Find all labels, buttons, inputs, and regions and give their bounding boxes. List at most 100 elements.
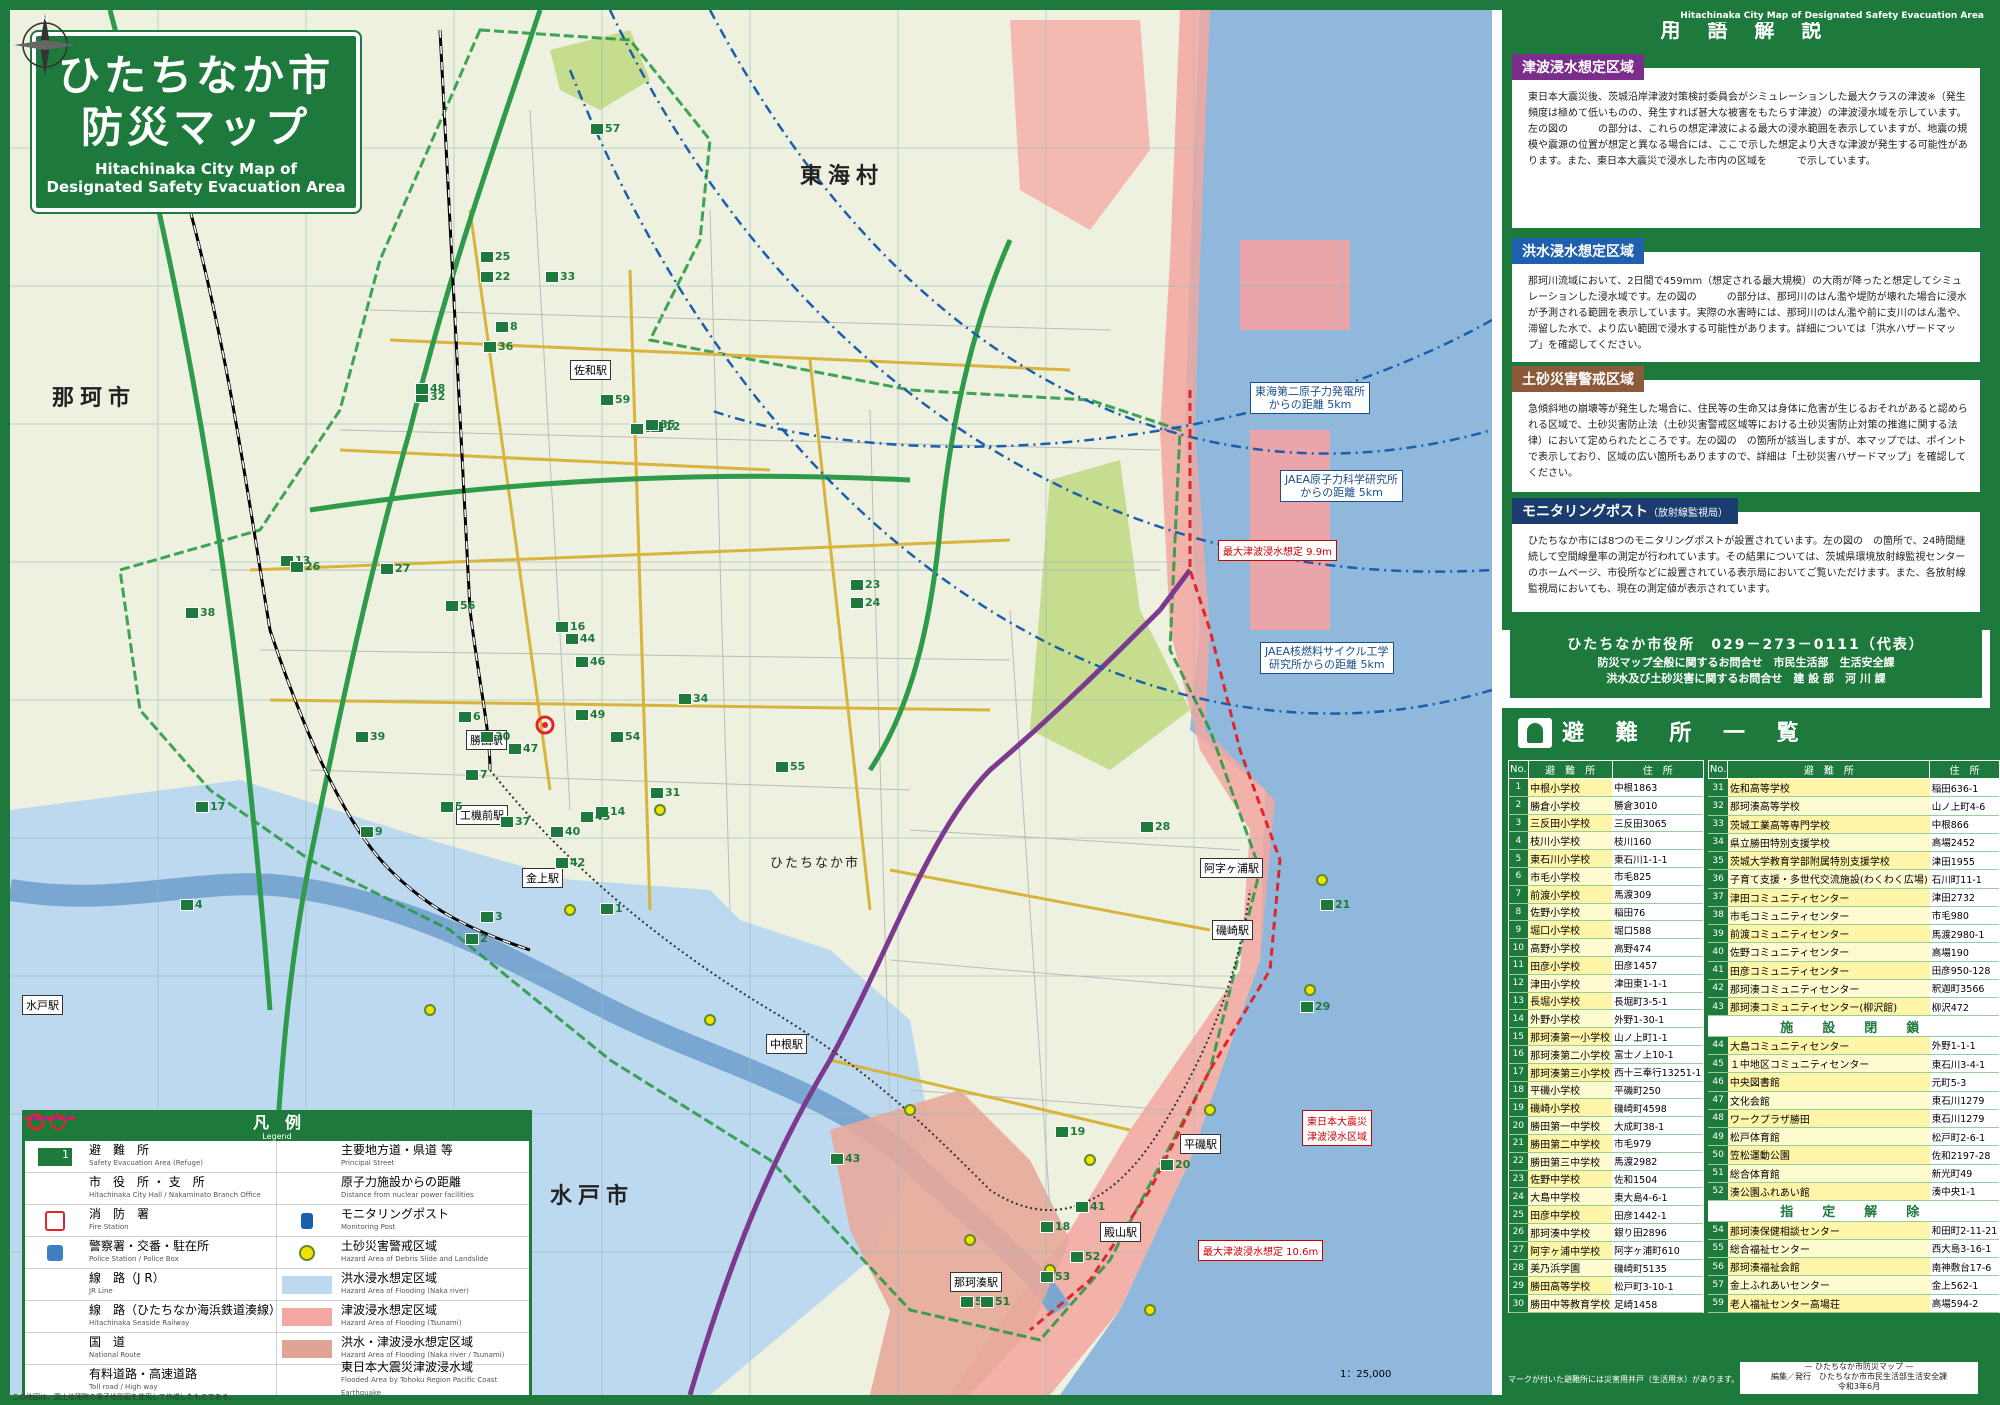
table-row[interactable]: 19 磯崎小学校 磯崎町4598	[1508, 1098, 1704, 1118]
table-row[interactable]: 39 前渡コミュニティセンター 馬渡2980-1	[1708, 924, 2000, 944]
shelter-marker[interactable]: 17	[195, 800, 225, 813]
shelter-marker[interactable]: 24	[850, 596, 880, 609]
shelter-marker[interactable]: 56	[445, 599, 475, 612]
shelter-marker[interactable]: 27	[380, 562, 410, 575]
table-row[interactable]: 52 湊公園ふれあい館 湊中央1-1	[1708, 1182, 2000, 1202]
table-row[interactable]: 13 長堀小学校 長堀町3-5-1	[1508, 992, 1704, 1011]
table-row[interactable]: 46 中央図書館 元町5-3	[1708, 1072, 2000, 1092]
shelter-marker[interactable]: 2	[465, 932, 488, 945]
map-area[interactable]: ひたちなか市 防災マップ Hitachinaka City Map of Des…	[10, 10, 1492, 1395]
table-row[interactable]: 14 外野小学校 外野1-30-1	[1508, 1009, 1704, 1029]
shelter-marker[interactable]: 1	[600, 902, 623, 915]
table-row[interactable]: 26 那珂湊中学校 銀り田2896	[1508, 1223, 1704, 1242]
shelter-marker[interactable]: 40	[550, 825, 580, 838]
shelter-marker[interactable]: 28	[1140, 820, 1170, 833]
shelter-marker[interactable]: 57	[590, 122, 620, 135]
table-row[interactable]: 9 堀口小学校 堀口588	[1508, 920, 1704, 940]
table-row[interactable]: 55 総合福祉センター 西大島3-16-1	[1708, 1239, 2000, 1259]
table-row[interactable]: 10 高野小学校 高野474	[1508, 938, 1704, 957]
table-row[interactable]: 17 那珂湊第三小学校 西十三奉行13251-1	[1508, 1063, 1704, 1082]
station-nakane[interactable]: 中根駅	[766, 1034, 807, 1054]
station-mito[interactable]: 水戸駅	[22, 995, 63, 1015]
shelter-marker[interactable]: 20	[1160, 1158, 1190, 1171]
shelter-marker[interactable]: 4	[180, 898, 203, 911]
table-row[interactable]: 4 枝川小学校 枝川160	[1508, 831, 1704, 851]
shelter-marker[interactable]: 21	[1320, 898, 1350, 911]
shelter-marker[interactable]: 5	[440, 800, 463, 813]
station-isozaki[interactable]: 磯崎駅	[1212, 920, 1253, 940]
table-row[interactable]: 11 田彦小学校 田彦1457	[1508, 956, 1704, 975]
table-row[interactable]: 47 文化会館 東石川1279	[1708, 1091, 2000, 1110]
table-row[interactable]: 50 笠松運動公園 佐和2197-28	[1708, 1145, 2000, 1165]
table-row[interactable]: 8 佐野小学校 稲田76	[1508, 903, 1704, 922]
shelter-marker[interactable]: 36	[483, 340, 513, 353]
shelter-marker[interactable]: 23	[850, 578, 880, 591]
table-row[interactable]: 38 市毛コミュニティセンター 市毛980	[1708, 906, 2000, 926]
table-row[interactable]: 3 三反田小学校 三反田3065	[1508, 814, 1704, 833]
table-row[interactable]: 30 勝田中等教育学校 足崎1458	[1508, 1294, 1704, 1313]
shelter-marker[interactable]: 31	[650, 786, 680, 799]
shelter-marker[interactable]: 55	[775, 760, 805, 773]
table-row[interactable]: 29 勝田高等学校 松戸町3-10-1	[1508, 1276, 1704, 1296]
shelter-marker[interactable]: 25	[480, 250, 510, 263]
table-row[interactable]: 56 那珂湊福祉会館 南神敷台17-6	[1708, 1257, 2000, 1277]
shelter-marker[interactable]: 3	[480, 910, 503, 923]
shelter-marker[interactable]: 51	[980, 1295, 1010, 1308]
shelter-marker[interactable]: 48	[415, 382, 445, 395]
table-row[interactable]: 44 大島コミュニティセンター 外野1-1-1	[1708, 1036, 2000, 1056]
station-kanekami[interactable]: 金上駅	[522, 868, 563, 888]
shelter-marker[interactable]: 6	[458, 710, 481, 723]
table-row[interactable]: 7 前渡小学校 馬渡309	[1508, 885, 1704, 904]
shelter-marker[interactable]: 46	[575, 655, 605, 668]
table-row[interactable]: 23 佐野中学校 佐和1504	[1508, 1170, 1704, 1189]
station-tonoyama[interactable]: 殿山駅	[1100, 1222, 1141, 1242]
table-row[interactable]: 16 那珂湊第二小学校 富士ノ上10-1	[1508, 1045, 1704, 1064]
shelter-marker[interactable]: 49	[575, 708, 605, 721]
table-row[interactable]: 45 １中地区コミュニティセンター 東石川3-4-1	[1708, 1054, 2000, 1074]
table-row[interactable]: 20 勝田第一中学校 大成町38-1	[1508, 1116, 1704, 1135]
shelter-marker[interactable]: 53	[1040, 1270, 1070, 1283]
station-ajigaura[interactable]: 阿字ヶ浦駅	[1200, 858, 1263, 878]
shelter-marker[interactable]: 8	[495, 320, 518, 333]
table-row[interactable]: 41 田彦コミュニティセンター 田彦950-128	[1708, 961, 2000, 980]
table-row[interactable]: 27 阿字ヶ浦中学校 阿字ヶ浦町610	[1508, 1241, 1704, 1260]
shelter-marker[interactable]: 42	[555, 856, 585, 869]
table-row[interactable]: 48 ワークプラザ勝田 東石川1279	[1708, 1109, 2000, 1129]
table-row[interactable]: 15 那珂湊第一小学校 山ノ上町1-1	[1508, 1027, 1704, 1046]
table-row[interactable]: 2 勝倉小学校 勝倉3010	[1508, 796, 1704, 815]
table-row[interactable]: 43 那珂湊コミュニティセンター(柳沢館) 柳沢472	[1708, 997, 2000, 1017]
shelter-marker[interactable]: 41	[1075, 1200, 1105, 1213]
table-row[interactable]: 49 松戸体育館 松戸町2-6-1	[1708, 1127, 2000, 1147]
shelter-marker[interactable]: 45	[580, 810, 610, 823]
shelter-marker[interactable]: 33	[545, 270, 575, 283]
shelter-marker[interactable]: 18	[1040, 1220, 1070, 1233]
table-row[interactable]: 35 茨城大学教育学部附属特別支援学校 津田1955	[1708, 851, 2000, 871]
shelter-marker[interactable]: 7	[465, 768, 488, 781]
table-row[interactable]: 42 那珂湊コミュニティセンター 釈迦町3566	[1708, 979, 2000, 999]
table-row[interactable]: 22 勝田第三中学校 馬渡2982	[1508, 1152, 1704, 1171]
table-row[interactable]: 40 佐野コミュニティセンター 高場190	[1708, 942, 2000, 962]
table-row[interactable]: 59 老人福祉センター高場荘 高場594-2	[1708, 1294, 2000, 1313]
table-row[interactable]: 34 県立勝田特別支援学校 高場2452	[1708, 833, 2000, 853]
shelter-marker[interactable]: 52	[1070, 1250, 1100, 1263]
table-row[interactable]: 33 茨城工業高等専門学校 中根866	[1708, 815, 2000, 834]
table-row[interactable]: 12 津田小学校 津田東1-1-1	[1508, 974, 1704, 993]
shelter-marker[interactable]: 22	[480, 270, 510, 283]
shelter-marker[interactable]: 34	[678, 692, 708, 705]
station-hiraiso[interactable]: 平磯駅	[1180, 1134, 1221, 1154]
shelter-marker[interactable]: 54	[610, 730, 640, 743]
table-row[interactable]: 1 中根小学校 中根1863	[1508, 778, 1704, 797]
shelter-marker[interactable]: 39	[355, 730, 385, 743]
shelter-marker[interactable]: 29	[1300, 1000, 1330, 1013]
table-row[interactable]: 31 佐和高等学校 稲田636-1	[1708, 778, 2000, 798]
table-row[interactable]: 25 田彦中学校 田彦1442-1	[1508, 1205, 1704, 1224]
shelter-marker[interactable]: 35	[645, 418, 675, 431]
table-row[interactable]: 51 総合体育館 新光町49	[1708, 1164, 2000, 1183]
shelter-marker[interactable]: 30	[480, 730, 510, 743]
table-row[interactable]: 6 市毛小学校 市毛825	[1508, 867, 1704, 886]
station-nakaminato[interactable]: 那珂湊駅	[950, 1272, 1002, 1292]
table-row[interactable]: 18 平磯小学校 平磯町250	[1508, 1081, 1704, 1100]
table-row[interactable]: 24 大島中学校 東大島4-6-1	[1508, 1187, 1704, 1207]
shelter-marker[interactable]: 37	[500, 815, 530, 828]
station-sawa[interactable]: 佐和駅	[570, 360, 611, 380]
